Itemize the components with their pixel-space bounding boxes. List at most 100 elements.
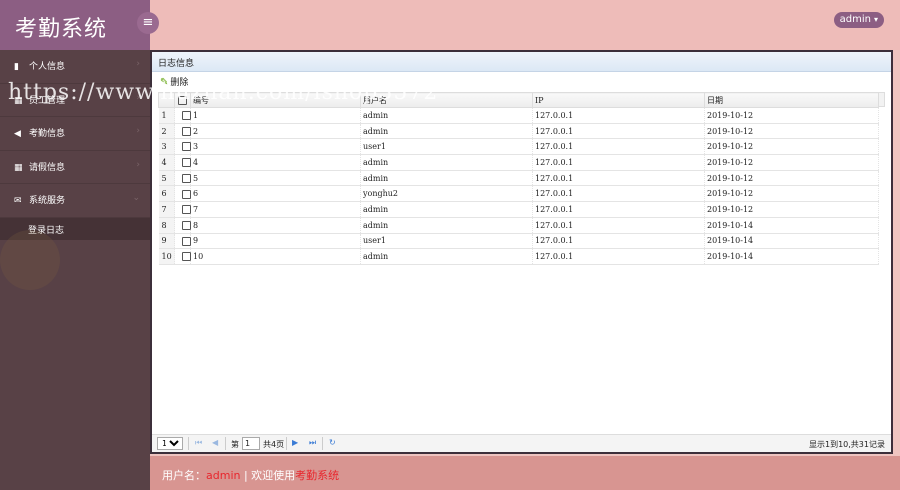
row-checkbox[interactable] [182,173,191,183]
chevron-right-icon: › [136,59,140,69]
footer-system-name: 考勤系统 [295,469,340,482]
cell-date: 2019-10-12 [704,107,879,124]
row-checkbox[interactable] [182,220,191,230]
sidebar-item-leave-info[interactable]: ▦ 请假信息 › [0,151,150,184]
watermark-text: https://www.huzhan.com/ishop3572 [8,80,439,105]
row-number: 8 [158,217,175,234]
row-checkbox[interactable] [182,205,191,215]
user-menu-button[interactable]: admin ▾ [833,12,884,28]
row-checkbox[interactable] [182,236,191,246]
bullhorn-icon: ◀ [14,129,21,139]
cell-ip: 127.0.0.1 [532,138,705,156]
pager-info: 显示1到10,共31记录 [809,440,885,449]
page-total: 共4页 [263,440,285,449]
sidebar-item-personal-info[interactable]: ▮ 个人信息 › [0,50,150,84]
row-checkbox-cell[interactable] [174,123,191,140]
column-header-ip[interactable]: IP [532,92,705,108]
cell-ip: 127.0.0.1 [532,233,705,250]
cell-username: admin [360,123,533,140]
log-info-panel: 日志信息 ✎ 删除 编号 用户名 IP 日期 1 1 admin 127.0.0.1 20… [150,50,893,454]
cell-username: user1 [360,138,533,156]
row-checkbox-cell[interactable] [174,217,191,234]
cell-ip: 127.0.0.1 [532,248,705,265]
chevron-right-icon: › [136,159,140,170]
sidebar-decoration [0,230,60,290]
footer: 用户名：admin | 欢迎使用考勤系统 [150,456,900,490]
row-checkbox[interactable] [182,142,191,152]
page-number-input[interactable]: 1 [242,437,260,450]
cell-date: 2019-10-12 [704,201,879,218]
cell-date: 2019-10-12 [704,138,879,156]
menu-toggle-button[interactable]: ≡ [137,12,159,34]
row-checkbox[interactable] [182,111,191,121]
row-checkbox-cell[interactable] [174,138,191,156]
cell-id: 5 [190,170,361,187]
cell-id: 4 [190,154,361,171]
chevron-down-icon: ⌄ [132,193,140,203]
top-header: 考勤系统 ≡ admin ▾ [0,0,900,50]
row-number: 6 [158,185,175,203]
table-row[interactable]: 7 7 admin 127.0.0.1 2019-10-12 [158,201,879,218]
table-row[interactable]: 9 9 user1 127.0.0.1 2019-10-14 [158,233,879,250]
cell-id: 9 [190,233,361,250]
footer-welcome: 欢迎使用 [251,469,296,482]
cell-ip: 127.0.0.1 [532,185,705,203]
table-scrollbar[interactable] [878,92,885,107]
next-page-icon[interactable]: ▶ [292,438,298,447]
cell-date: 2019-10-14 [704,233,879,250]
row-number: 2 [158,123,175,140]
row-checkbox-cell[interactable] [174,233,191,250]
pager-divider [322,437,323,450]
page-size-select[interactable]: 10 [157,437,183,450]
user-name: admin [839,14,871,25]
cell-date: 2019-10-12 [704,154,879,171]
row-checkbox-cell[interactable] [174,185,191,203]
row-checkbox[interactable] [182,252,191,262]
footer-separator: | [240,469,252,482]
row-checkbox-cell[interactable] [174,248,191,265]
refresh-icon[interactable]: ↻ [329,438,336,447]
table-row[interactable]: 3 3 user1 127.0.0.1 2019-10-12 [158,138,879,156]
table-row[interactable]: 10 10 admin 127.0.0.1 2019-10-14 [158,248,879,265]
sidebar-item-label: 考勤信息 [29,129,66,139]
table-row[interactable]: 8 8 admin 127.0.0.1 2019-10-14 [158,217,879,234]
cell-username: admin [360,201,533,218]
first-page-icon[interactable]: ⏮ [195,438,202,448]
sidebar-item-system-service[interactable]: ✉ 系统服务 ⌄ [0,184,150,218]
cell-date: 2019-10-12 [704,123,879,140]
caret-down-icon: ▾ [873,15,878,24]
row-checkbox[interactable] [182,189,191,199]
row-number: 7 [158,201,175,218]
prev-page-icon[interactable]: ◀ [212,438,218,447]
grid-icon: ▦ [14,162,23,173]
cell-date: 2019-10-14 [704,248,879,265]
table-row[interactable]: 6 6 yonghu2 127.0.0.1 2019-10-12 [158,185,879,203]
cell-ip: 127.0.0.1 [532,123,705,140]
cell-ip: 127.0.0.1 [532,217,705,234]
footer-user: admin [206,469,241,482]
column-header-date[interactable]: 日期 [704,92,879,108]
app-title: 考勤系统 [0,0,150,50]
table-row[interactable]: 5 5 admin 127.0.0.1 2019-10-12 [158,170,879,187]
row-checkbox[interactable] [182,126,191,136]
sidebar-item-label: 个人信息 [29,62,66,72]
row-checkbox-cell[interactable] [174,201,191,218]
sidebar-item-attendance-info[interactable]: ◀ 考勤信息 › [0,117,150,151]
row-checkbox[interactable] [182,158,191,168]
table-row[interactable]: 2 2 admin 127.0.0.1 2019-10-12 [158,123,879,140]
row-number: 5 [158,170,175,187]
panel-title: 日志信息 [152,52,891,72]
row-checkbox-cell[interactable] [174,170,191,187]
cell-date: 2019-10-14 [704,217,879,234]
table-row[interactable]: 4 4 admin 127.0.0.1 2019-10-12 [158,154,879,171]
row-checkbox-cell[interactable] [174,154,191,171]
row-checkbox-cell[interactable] [174,107,191,124]
cell-id: 6 [190,185,361,203]
cell-id: 2 [190,123,361,140]
last-page-icon[interactable]: ⏭ [309,438,316,448]
cell-username: admin [360,154,533,171]
log-table: 编号 用户名 IP 日期 1 1 admin 127.0.0.1 2019-10-12 2… [158,92,885,265]
row-number: 10 [158,248,175,265]
sidebar-item-label: 请假信息 [29,162,66,173]
table-row[interactable]: 1 1 admin 127.0.0.1 2019-10-12 [158,107,879,124]
